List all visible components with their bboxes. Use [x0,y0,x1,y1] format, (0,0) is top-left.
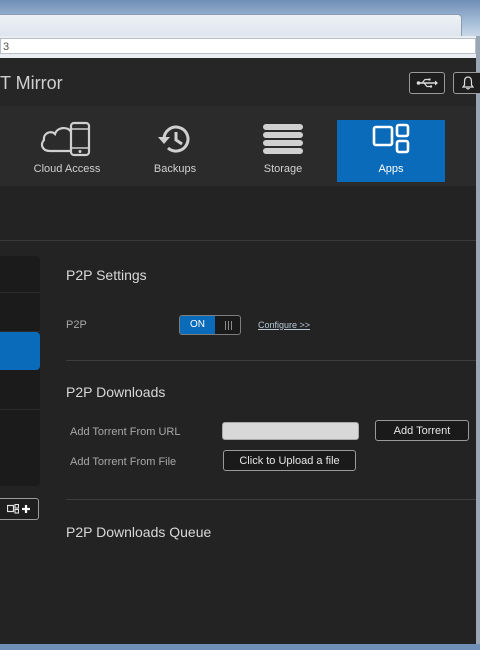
p2p-queue-title: P2P Downloads Queue [66,524,212,540]
p2p-settings-title: P2P Settings [66,267,147,283]
plus-icon [22,505,30,513]
cloud-access-icon [40,121,91,157]
app-title: T Mirror [0,73,63,93]
add-torrent-button[interactable]: Add Torrent [375,420,469,441]
nav-cloud-access[interactable]: Cloud Access [13,120,121,182]
nav-apps[interactable]: Apps [337,120,445,182]
address-field[interactable]: 3 [0,38,476,54]
url-label: Add Torrent From URL [70,426,181,438]
add-app-button[interactable] [0,498,39,520]
backups-icon [158,125,190,153]
subheader-band [0,186,476,241]
browser-tab[interactable] [0,14,462,37]
bell-icon [462,76,474,90]
notifications-button[interactable] [453,72,480,94]
p2p-downloads-title: P2P Downloads [66,384,166,400]
apps-sidebar [0,256,40,486]
sidebar-item-p2p[interactable] [0,332,40,370]
torrent-url-input[interactable] [222,422,359,440]
browser-address-bar: 3 [0,36,480,59]
main-nav: Cloud Access Backups Storage Apps [0,106,476,187]
apps-small-icon [7,504,19,514]
toggle-on-label: ON [180,316,215,334]
nav-label: Storage [263,163,303,175]
storage-icon [263,124,303,154]
file-label: Add Torrent From File [70,456,177,468]
nav-label: Apps [378,163,404,175]
nav-storage[interactable]: Storage [229,120,337,182]
sidebar-item[interactable] [0,256,40,293]
apps-icon [372,123,410,154]
usb-icon [416,78,438,88]
section-divider [66,499,476,500]
configure-link[interactable]: Configure >> [258,320,310,330]
nav-label: Cloud Access [33,163,101,175]
nav-backups[interactable]: Backups [121,120,229,182]
desktop-background [0,0,480,37]
app-header: T Mirror [0,58,480,107]
usb-button[interactable] [409,72,445,94]
sidebar-item[interactable] [0,371,40,410]
taskbar-edge [0,644,480,650]
sidebar-item[interactable] [0,293,40,332]
nav-label: Backups [153,163,197,175]
section-divider [66,360,476,361]
upload-file-button[interactable]: Click to Upload a file [223,450,356,471]
sidebar-item[interactable] [0,410,40,486]
window-frame [476,36,480,650]
p2p-toggle[interactable]: ON [179,315,241,335]
p2p-label: P2P [66,319,87,331]
toggle-grip-icon [216,316,240,334]
